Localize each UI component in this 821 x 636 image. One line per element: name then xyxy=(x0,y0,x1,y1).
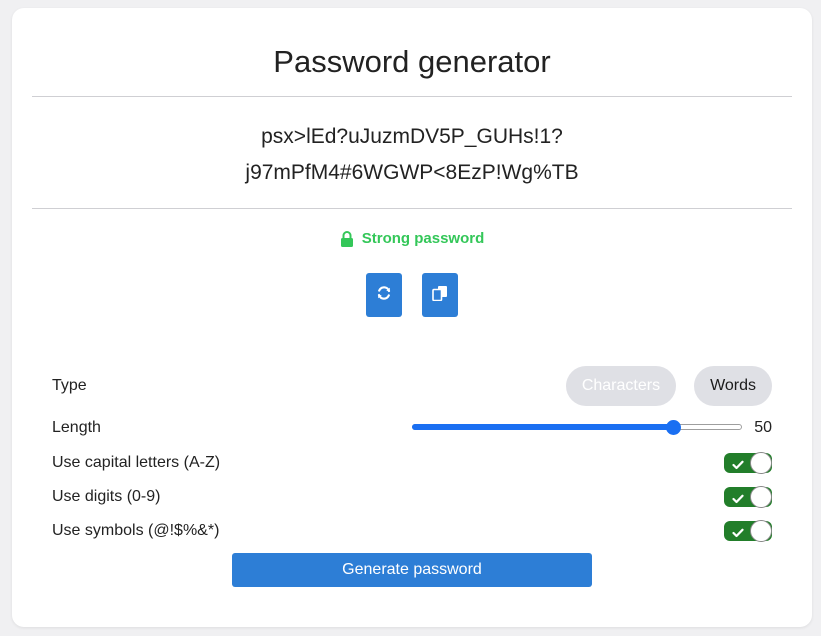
top-divider xyxy=(32,96,792,97)
toggle-knob xyxy=(750,452,772,474)
password-generator-card: Password generator psx>lEd?uJuzmDV5P_GUH… xyxy=(12,8,812,627)
length-label: Length xyxy=(52,419,101,436)
toggle-knob xyxy=(750,520,772,542)
copy-icon xyxy=(432,285,448,306)
lock-icon xyxy=(340,230,354,247)
length-row: Length 50 xyxy=(52,413,772,443)
capitals-toggle[interactable] xyxy=(724,452,772,475)
digits-row: Use digits (0-9) xyxy=(52,482,772,512)
generate-password-button[interactable]: Generate password xyxy=(232,553,592,587)
type-words-button[interactable]: Words xyxy=(694,366,772,406)
generated-password: psx>lEd?uJuzmDV5P_GUHs!1? j97mPfM4#6WGWP… xyxy=(12,119,812,191)
length-value: 50 xyxy=(754,419,772,436)
check-icon xyxy=(732,525,744,543)
digits-toggle[interactable] xyxy=(724,486,772,509)
strength-label: Strong password xyxy=(361,230,485,247)
type-label: Type xyxy=(52,377,87,394)
capitals-label: Use capital letters (A-Z) xyxy=(52,454,221,471)
check-icon xyxy=(732,457,744,475)
strength-indicator: Strong password xyxy=(12,230,812,247)
length-slider-fill xyxy=(412,424,673,430)
regenerate-button[interactable] xyxy=(366,273,402,317)
password-line-2: j97mPfM4#6WGWP<8EzP!Wg%TB xyxy=(245,161,579,184)
length-control: 50 xyxy=(412,419,772,437)
length-slider[interactable] xyxy=(412,420,742,436)
bottom-divider xyxy=(32,208,792,209)
digits-label: Use digits (0-9) xyxy=(52,488,161,505)
type-selector: Characters Words xyxy=(565,366,772,406)
toggle-knob xyxy=(750,486,772,508)
copy-button[interactable] xyxy=(422,273,458,317)
check-icon xyxy=(732,491,744,509)
type-characters-button[interactable]: Characters xyxy=(565,366,677,406)
symbols-toggle[interactable] xyxy=(724,520,772,543)
password-line-1: psx>lEd?uJuzmDV5P_GUHs!1? xyxy=(261,125,563,148)
type-row: Type Characters Words xyxy=(52,366,772,406)
page-title: Password generator xyxy=(273,44,551,79)
symbols-label: Use symbols (@!$%&*) xyxy=(52,522,220,539)
symbols-row: Use symbols (@!$%&*) xyxy=(52,516,772,546)
refresh-icon xyxy=(376,285,392,306)
length-slider-thumb[interactable] xyxy=(666,420,681,435)
capitals-row: Use capital letters (A-Z) xyxy=(52,448,772,478)
